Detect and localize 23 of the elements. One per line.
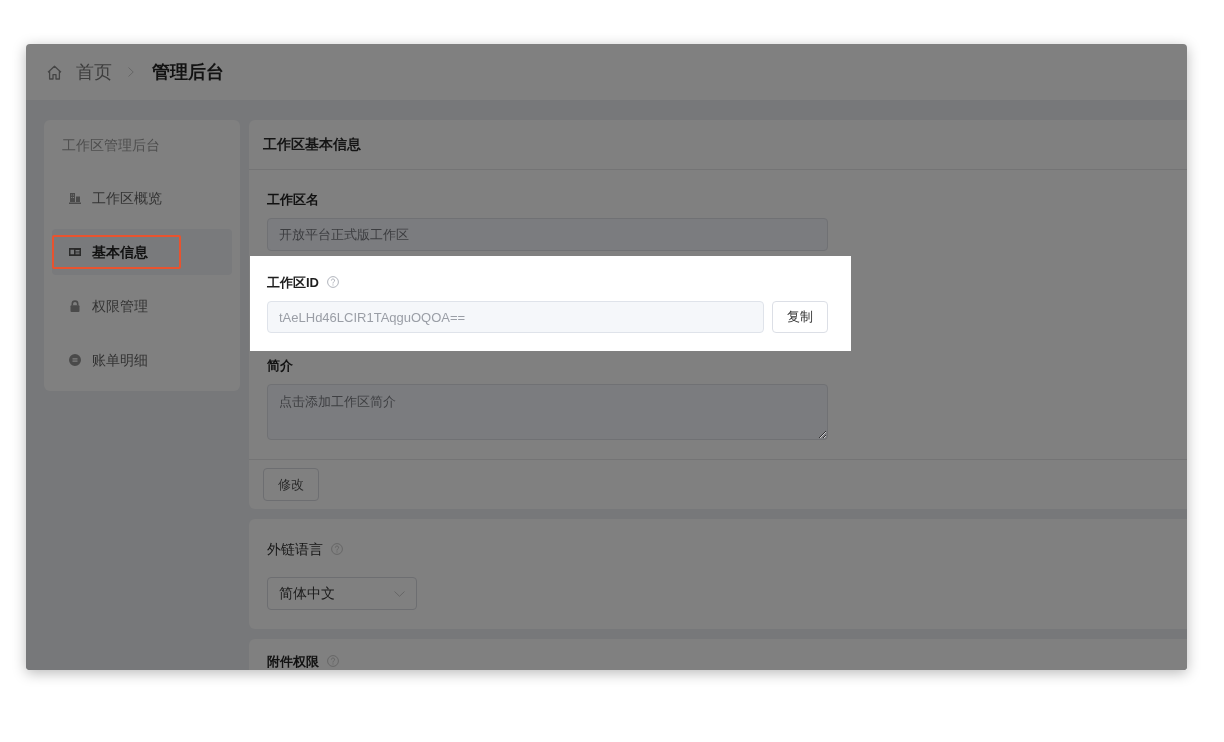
breadcrumb-current: 管理后台 <box>152 61 224 84</box>
breadcrumb-link[interactable]: 首页 <box>76 60 112 84</box>
language-select[interactable]: 简体中文 <box>267 577 417 610</box>
home-icon[interactable] <box>47 64 62 80</box>
field-label: 工作区ID <box>267 273 319 291</box>
coin-icon <box>69 354 81 366</box>
sidebar-item[interactable]: 基本信息 <box>52 229 232 275</box>
sidebar-item[interactable]: 权限管理 <box>52 283 232 329</box>
id-card-icon <box>69 246 81 258</box>
field-label: 附件权限 <box>267 652 319 670</box>
lock-icon <box>69 300 81 312</box>
field-label: 工作区名 <box>267 190 319 208</box>
field-label: 外链语言 <box>267 540 323 558</box>
chevron-down-icon <box>394 590 405 597</box>
sidebar-item[interactable]: 工作区概览 <box>52 175 232 221</box>
card-title: 工作区基本信息 <box>249 120 1187 170</box>
sidebar-item[interactable]: 账单明细 <box>52 337 232 383</box>
help-icon[interactable] <box>331 543 343 555</box>
building-icon <box>69 192 81 204</box>
edit-button[interactable]: 修改 <box>263 468 319 501</box>
help-icon[interactable] <box>327 655 339 667</box>
field-label: 简介 <box>267 356 293 374</box>
chevron-right-icon <box>128 67 134 77</box>
